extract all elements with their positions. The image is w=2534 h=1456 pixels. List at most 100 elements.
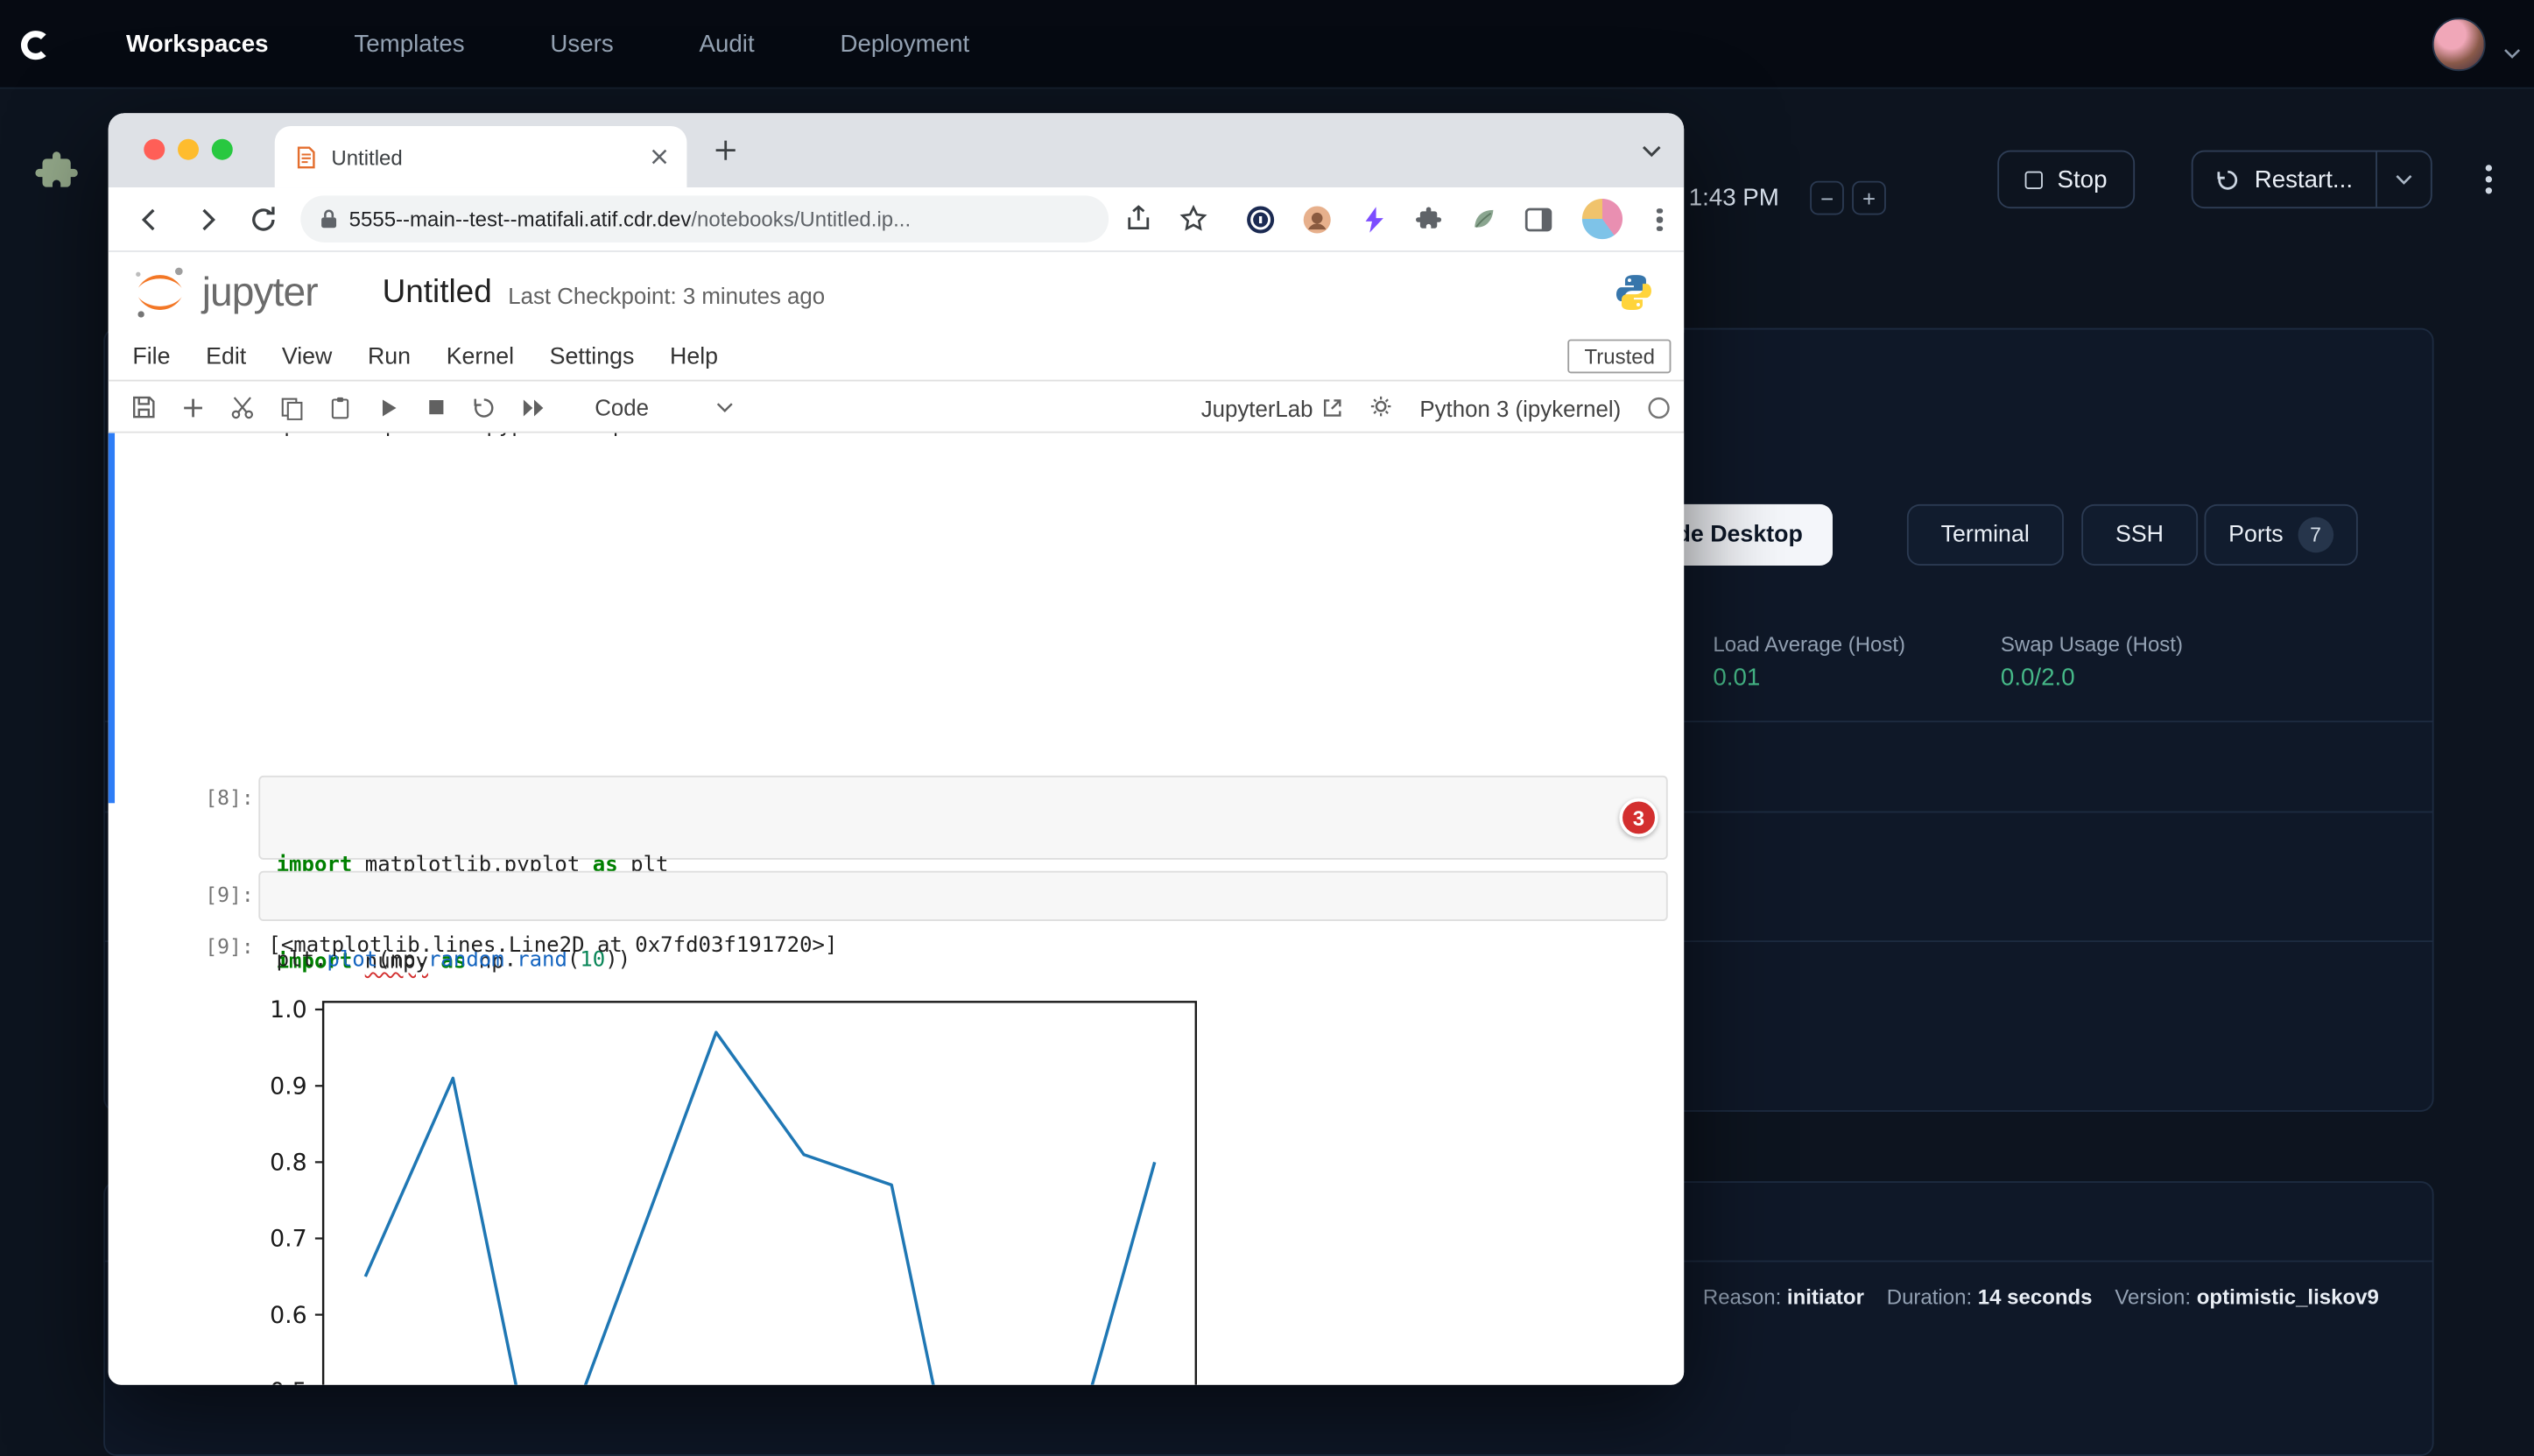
terminal-button[interactable]: Terminal bbox=[1907, 504, 2064, 566]
svg-text:0.7: 0.7 bbox=[270, 1226, 307, 1253]
forward-icon[interactable] bbox=[191, 204, 223, 236]
browser-window: Untitled 5555--main--test-- bbox=[109, 113, 1685, 1385]
python-logo-icon bbox=[1613, 271, 1655, 313]
extensions-puzzle-icon[interactable] bbox=[1414, 205, 1443, 234]
svg-text:0.5: 0.5 bbox=[270, 1378, 307, 1385]
back-icon[interactable] bbox=[134, 204, 166, 236]
terminal-label: Terminal bbox=[1941, 522, 2030, 548]
gear-icon[interactable] bbox=[1369, 393, 1394, 422]
run-cell-icon[interactable] bbox=[377, 395, 401, 419]
menu-file[interactable]: File bbox=[132, 343, 170, 369]
user-menu-chevron-icon[interactable] bbox=[2503, 39, 2521, 67]
ssh-button[interactable]: SSH bbox=[2081, 504, 2198, 566]
zoom-out-button[interactable]: − bbox=[1810, 181, 1844, 215]
stop-square-icon bbox=[2025, 171, 2043, 188]
copy-cell-icon[interactable] bbox=[279, 395, 304, 419]
ports-label: Ports bbox=[2228, 522, 2283, 548]
kernel-name[interactable]: Python 3 (ipykernel) bbox=[1419, 395, 1621, 421]
tab-search-chevron-icon[interactable] bbox=[1642, 137, 1661, 166]
nav-users[interactable]: Users bbox=[550, 31, 613, 58]
external-link-icon bbox=[1323, 397, 1344, 419]
nav-audit[interactable]: Audit bbox=[700, 31, 755, 58]
url-path: /notebooks/Untitled.ip... bbox=[691, 207, 911, 231]
reload-icon[interactable] bbox=[247, 204, 279, 236]
ssh-label: SSH bbox=[2115, 522, 2164, 548]
restart-kernel-icon[interactable] bbox=[472, 395, 496, 419]
cut-cell-icon[interactable] bbox=[229, 394, 256, 420]
menu-kernel[interactable]: Kernel bbox=[447, 343, 514, 369]
leaf-extension-icon[interactable] bbox=[1469, 205, 1498, 234]
jupyter-header: jupyter Untitled Last Checkpoint: 3 minu… bbox=[109, 252, 1685, 333]
paste-cell-icon[interactable] bbox=[328, 395, 353, 419]
cell-type-value: Code bbox=[595, 394, 649, 420]
nav-templates[interactable]: Templates bbox=[354, 31, 464, 58]
notebook-title[interactable]: Untitled bbox=[383, 274, 492, 311]
round-avatar-extension-icon[interactable] bbox=[1303, 205, 1332, 234]
duration-value: 14 seconds bbox=[1978, 1284, 2093, 1309]
menu-help[interactable]: Help bbox=[670, 343, 718, 369]
svg-text:1.0: 1.0 bbox=[270, 996, 307, 1023]
cell9-input-prompt: [9]: bbox=[172, 883, 253, 907]
restart-run-all-icon[interactable] bbox=[520, 395, 547, 419]
side-panel-icon[interactable] bbox=[1524, 205, 1552, 234]
address-bar[interactable]: 5555--main--test--matifali.atif.cdr.dev/… bbox=[300, 195, 1109, 243]
cell-type-chevron-icon bbox=[716, 402, 734, 413]
browser-menu-kebab-icon[interactable] bbox=[1649, 205, 1672, 234]
menu-view[interactable]: View bbox=[282, 343, 333, 369]
jupyter-brand[interactable]: jupyter bbox=[202, 269, 318, 316]
user-avatar[interactable] bbox=[2432, 18, 2486, 71]
nav-deployment[interactable]: Deployment bbox=[840, 31, 969, 58]
cell-type-dropdown[interactable]: Code bbox=[595, 394, 735, 420]
password-manager-extension-icon[interactable] bbox=[1246, 205, 1275, 234]
url-host: 5555--main--test--matifali.atif.cdr.dev bbox=[349, 207, 692, 231]
svg-text:0.6: 0.6 bbox=[270, 1302, 307, 1329]
zoom-in-button[interactable]: + bbox=[1852, 181, 1886, 215]
cell8-input-prompt: [8]: bbox=[172, 785, 253, 810]
lightning-bolt-extension-icon[interactable] bbox=[1359, 205, 1388, 234]
jupyter-toolbar-right: JupyterLab Python 3 (ipykernel) bbox=[1201, 383, 1672, 433]
cell9-output-prompt: [9]: bbox=[172, 934, 253, 959]
trusted-button[interactable]: Trusted bbox=[1568, 340, 1671, 374]
stop-button-label: Stop bbox=[2058, 165, 2108, 193]
load-average-value: 0.01 bbox=[1713, 665, 1760, 692]
open-jupyterlab-link[interactable]: JupyterLab bbox=[1201, 395, 1344, 421]
cell9-output-text: [<matplotlib.lines.Line2D at 0x7fd03f191… bbox=[268, 934, 837, 959]
cell8-input[interactable]: import matplotlib.pyplot as plt import n… bbox=[258, 776, 1667, 860]
cell9-input[interactable]: plt.plot(np.random.rand(10)) bbox=[258, 871, 1667, 921]
menu-edit[interactable]: Edit bbox=[206, 343, 246, 369]
restart-button[interactable]: Restart... bbox=[2193, 151, 2376, 207]
jupyter-menubar: File Edit View Run Kernel Settings Help bbox=[109, 333, 1685, 381]
minimize-window-button[interactable] bbox=[178, 139, 199, 160]
browser-tab[interactable]: Untitled bbox=[275, 126, 687, 187]
lock-icon bbox=[320, 208, 337, 229]
restart-options-chevron[interactable] bbox=[2376, 151, 2431, 207]
nav-workspaces[interactable]: Workspaces bbox=[126, 31, 269, 58]
coder-logo-icon[interactable] bbox=[16, 26, 54, 65]
maximize-window-button[interactable] bbox=[212, 139, 233, 160]
jupyterlab-link-label: JupyterLab bbox=[1201, 395, 1313, 421]
swap-usage-label: Swap Usage (Host) bbox=[2001, 632, 2183, 657]
bookmark-star-icon[interactable] bbox=[1178, 204, 1210, 236]
version-value: optimistic_liskov9 bbox=[2197, 1284, 2379, 1309]
matplotlib-chart-svg: 0.20.30.40.50.60.70.80.91.002468 bbox=[258, 989, 1228, 1385]
menu-run[interactable]: Run bbox=[368, 343, 411, 369]
share-icon[interactable] bbox=[1123, 204, 1156, 236]
interrupt-kernel-icon[interactable] bbox=[425, 396, 447, 419]
menu-settings[interactable]: Settings bbox=[550, 343, 635, 369]
reason-value: initiator bbox=[1787, 1284, 1864, 1309]
checkpoint-status: Last Checkpoint: 3 minutes ago bbox=[508, 278, 825, 308]
close-window-button[interactable] bbox=[144, 139, 165, 160]
tab-close-icon[interactable] bbox=[651, 149, 667, 165]
add-cell-icon[interactable] bbox=[181, 395, 206, 419]
browser-tab-strip: Untitled bbox=[109, 113, 1685, 187]
browser-profile-avatar[interactable] bbox=[1582, 199, 1622, 239]
load-average-label: Load Average (Host) bbox=[1713, 632, 1905, 657]
workspace-menu-kebab-icon[interactable] bbox=[2473, 162, 2505, 198]
collaborator-count-badge[interactable]: 3 bbox=[1619, 798, 1658, 837]
save-icon[interactable] bbox=[130, 394, 157, 420]
top-navigation-bar: Workspaces Templates Users Audit Deploym… bbox=[0, 0, 2534, 89]
swap-usage-value: 0.0/2.0 bbox=[2001, 665, 2075, 692]
ports-button[interactable]: Ports 7 bbox=[2204, 504, 2357, 566]
stop-button[interactable]: Stop bbox=[1997, 151, 2135, 208]
new-tab-button[interactable] bbox=[709, 134, 742, 166]
